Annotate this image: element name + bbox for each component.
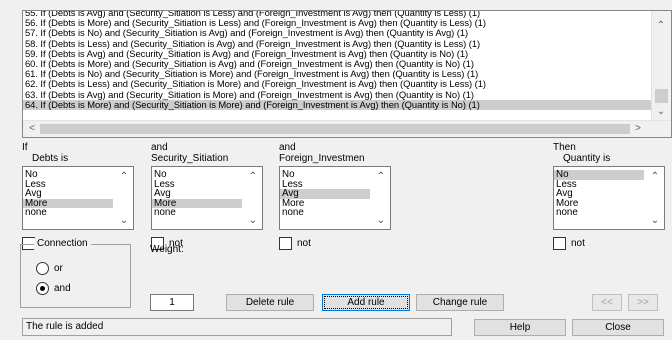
not-label: not bbox=[571, 238, 585, 249]
scrollbar-thumb[interactable] bbox=[40, 124, 630, 134]
listbox-option[interactable]: none bbox=[23, 208, 113, 218]
chevron-left-icon[interactable]: < bbox=[25, 123, 39, 135]
change-rule-button[interactable]: Change rule bbox=[416, 294, 504, 311]
chevron-right-icon[interactable]: > bbox=[631, 123, 645, 135]
column-name: Security_Sitiation bbox=[151, 153, 229, 164]
rules-listbox[interactable]: 55. If (Debts is Avg) and (Security_Siti… bbox=[22, 10, 672, 138]
chevron-down-icon[interactable]: ⌄ bbox=[374, 215, 388, 226]
column-prefix: and bbox=[279, 142, 296, 153]
chevron-up-icon[interactable]: ⌃ bbox=[117, 171, 131, 182]
value-listbox[interactable]: No Less Avg More none ⌃ ⌄ bbox=[22, 166, 134, 230]
add-rule-button-label: Add rule bbox=[324, 296, 408, 309]
listbox-option[interactable]: none bbox=[554, 208, 644, 218]
chevron-up-icon[interactable]: ⌃ bbox=[654, 20, 668, 32]
scrollbar-thumb[interactable] bbox=[655, 89, 668, 103]
chevron-up-icon[interactable]: ⌃ bbox=[648, 171, 662, 182]
radio-and[interactable] bbox=[36, 282, 49, 295]
chevron-up-icon[interactable]: ⌃ bbox=[374, 171, 388, 182]
radio-and-label: and bbox=[54, 283, 71, 294]
chevron-up-icon[interactable]: ⌃ bbox=[246, 171, 260, 182]
column-name: Debts is bbox=[32, 153, 69, 164]
status-bar: The rule is added bbox=[22, 318, 452, 336]
listbox-option[interactable]: none bbox=[152, 208, 242, 218]
rule-item[interactable]: 64. If (Debts is More) and (Security_Sit… bbox=[23, 99, 651, 110]
weight-label: Weight: bbox=[150, 244, 184, 255]
connection-group bbox=[20, 244, 131, 308]
value-listbox[interactable]: No Less Avg More none ⌃ ⌄ bbox=[151, 166, 263, 230]
connection-title: Connection bbox=[34, 238, 91, 250]
not-label: not bbox=[297, 238, 311, 249]
rules-horizontal-scrollbar[interactable]: < > bbox=[23, 120, 671, 137]
listbox-option[interactable]: none bbox=[280, 208, 370, 218]
chevron-down-icon[interactable]: ⌄ bbox=[246, 215, 260, 226]
radio-or[interactable] bbox=[36, 262, 49, 275]
rule-item[interactable]: 62. If (Debts is Less) and (Security_Sit… bbox=[23, 79, 651, 89]
column-prefix: and bbox=[151, 142, 168, 153]
column-prefix: Then bbox=[553, 142, 576, 153]
delete-rule-button[interactable]: Delete rule bbox=[226, 294, 314, 311]
value-listbox[interactable]: No Less Avg More none ⌃ ⌄ bbox=[279, 166, 391, 230]
weight-input[interactable]: 1 bbox=[150, 294, 194, 311]
status-text: The rule is added bbox=[26, 321, 104, 332]
help-button[interactable]: Help bbox=[474, 319, 566, 336]
not-checkbox[interactable] bbox=[553, 237, 566, 250]
next-button[interactable]: >> bbox=[628, 294, 658, 311]
close-button[interactable]: Close bbox=[572, 319, 664, 336]
chevron-down-icon[interactable]: ⌄ bbox=[648, 215, 662, 226]
column-name: Foreign_Investmen bbox=[279, 153, 365, 164]
column-prefix: If bbox=[22, 142, 28, 153]
prev-button[interactable]: << bbox=[592, 294, 622, 311]
radio-or-label: or bbox=[54, 263, 63, 274]
rules-vertical-scrollbar[interactable]: ⌃ ⌄ bbox=[651, 11, 671, 121]
chevron-down-icon[interactable]: ⌄ bbox=[117, 215, 131, 226]
not-checkbox[interactable] bbox=[279, 237, 292, 250]
chevron-down-icon[interactable]: ⌄ bbox=[654, 106, 668, 118]
column-name: Quantity is bbox=[563, 153, 611, 164]
radio-selected-dot bbox=[40, 286, 45, 291]
value-listbox[interactable]: No Less Avg More none ⌃ ⌄ bbox=[553, 166, 665, 230]
add-rule-button[interactable]: Add rule bbox=[322, 294, 410, 311]
rules-list[interactable]: 55. If (Debts is Avg) and (Security_Siti… bbox=[23, 11, 651, 121]
